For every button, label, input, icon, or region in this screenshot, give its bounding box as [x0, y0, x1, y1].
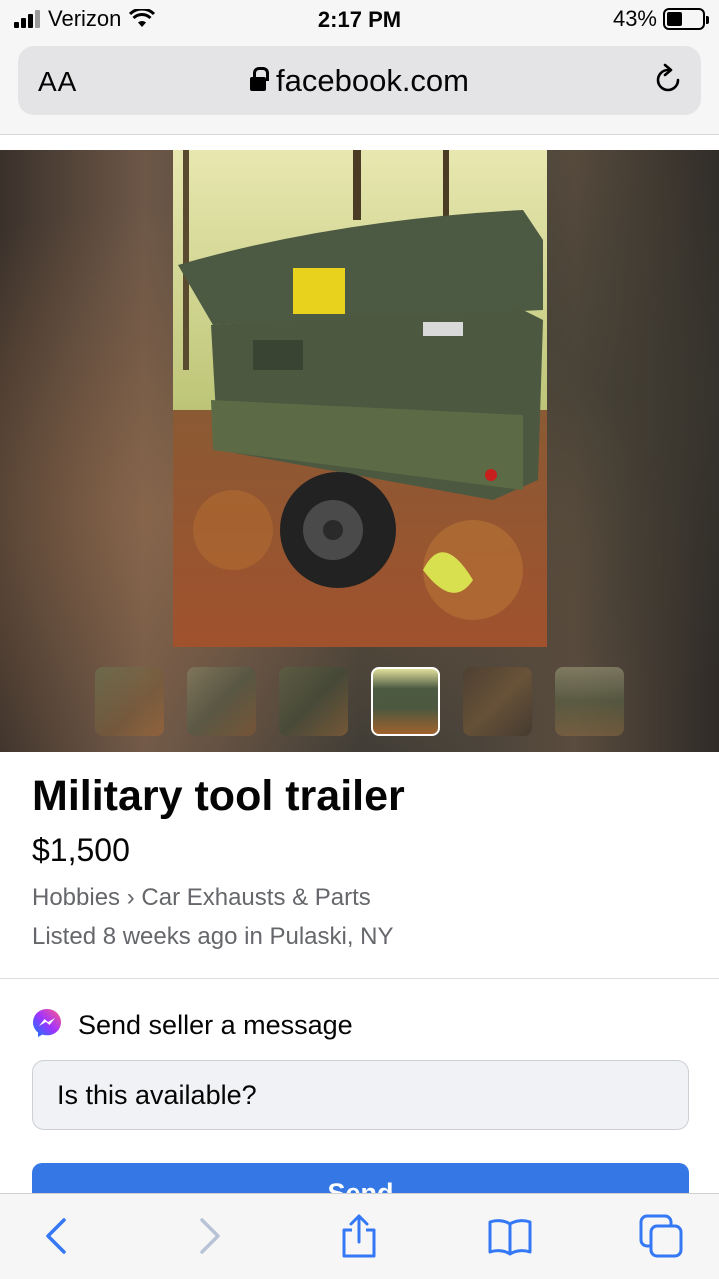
battery-status: 43% [612, 6, 709, 32]
lock-icon [250, 67, 269, 93]
message-input[interactable] [32, 1060, 689, 1130]
thumbnail[interactable] [187, 667, 256, 736]
share-icon[interactable] [335, 1212, 383, 1260]
thumbnail[interactable] [371, 667, 440, 736]
browser-toolbar [0, 1193, 719, 1279]
battery-percent: 43% [612, 6, 657, 31]
listing-price: $1,500 [32, 832, 130, 868]
messenger-icon [33, 1009, 61, 1037]
send-message-heading: Send seller a message [78, 1010, 353, 1040]
thumbnail-strip [95, 667, 624, 736]
battery-level-fill [667, 12, 682, 26]
browser-nav-area: AA facebook.com [0, 40, 719, 135]
reload-icon[interactable] [651, 63, 685, 97]
listing-date-location: Listed 8 weeks ago in Pulaski, NY [32, 923, 394, 950]
listing-main-photo[interactable] [173, 150, 547, 647]
battery-icon [663, 8, 709, 30]
status-bar: Verizon 2:17 PM 43% [0, 0, 719, 40]
back-icon[interactable] [34, 1212, 82, 1260]
url-display[interactable]: facebook.com [18, 63, 701, 99]
tabs-icon[interactable] [637, 1212, 685, 1260]
thumbnail[interactable] [95, 667, 164, 736]
bookmarks-icon[interactable] [486, 1212, 534, 1260]
thumbnail[interactable] [555, 667, 624, 736]
photo-gallery [0, 150, 719, 752]
divider [0, 978, 719, 979]
listing-title: Military tool trailer [32, 772, 405, 820]
address-bar[interactable]: AA facebook.com [18, 46, 701, 115]
clock: 2:17 PM [317, 7, 402, 32]
forward-icon[interactable] [184, 1212, 232, 1260]
thumbnail[interactable] [279, 667, 348, 736]
thumbnail[interactable] [463, 667, 532, 736]
listing-category[interactable]: Hobbies › Car Exhausts & Parts [32, 884, 371, 912]
url-text: facebook.com [276, 63, 469, 98]
